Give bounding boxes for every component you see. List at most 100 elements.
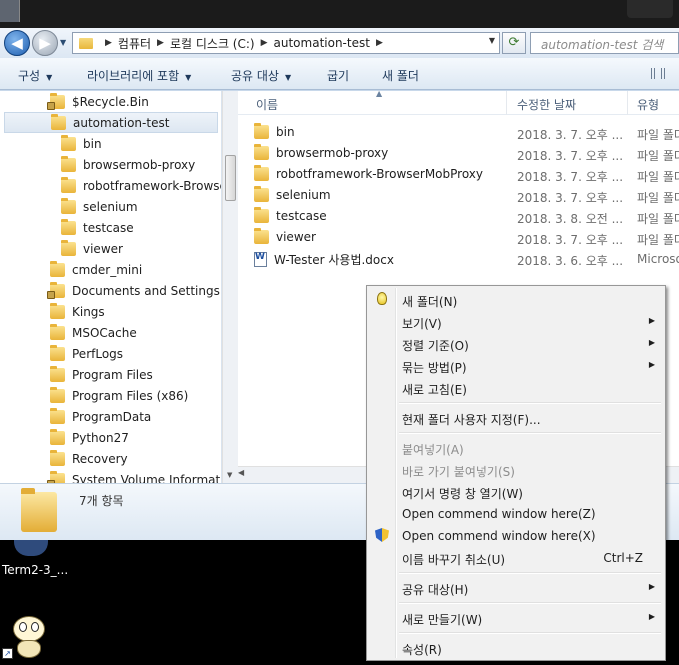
file-row[interactable]: viewer 2018. 3. 7. 오후 ... 파일 폴더 [238,227,679,248]
menu-separator [399,572,661,574]
desktop-app-icon[interactable] [14,540,48,556]
tree-item[interactable]: cmder_mini [50,259,142,280]
menu-undo-rename[interactable]: 이름 바꾸기 취소(U) Ctrl+Z [369,547,663,568]
nav-scrollbar[interactable]: ▼ [222,91,238,483]
chevron-right-icon[interactable]: ▶ [105,38,112,48]
share-with-label: 공유 대상 [231,69,279,83]
file-row[interactable]: testcase 2018. 3. 8. 오전 ... 파일 폴더 [238,206,679,227]
tree-item-label: ProgramData [72,409,152,424]
folder-icon [61,155,76,172]
chevron-right-icon[interactable]: ▶ [376,38,383,48]
file-row[interactable]: browsermob-proxy 2018. 3. 7. 오후 ... 파일 폴더 [238,143,679,164]
tree-item[interactable]: ProgramData [50,406,151,427]
tree-item-label: cmder_mini [72,262,143,277]
file-row[interactable]: robotframework-BrowserMobProxy 2018. 3. 7… [238,164,679,185]
breadcrumb-computer[interactable]: 컴퓨터 [118,35,151,52]
chevron-down-icon[interactable]: ▼ [489,36,495,45]
menu-customize-folder[interactable]: 현재 폴더 사용자 지정(F)... [369,407,663,428]
context-menu: 새 폴더(N) 보기(V) ▶ 정렬 기준(O) ▶ 묶는 방법(P) ▶ 새로… [366,285,666,661]
refresh-button[interactable]: ⟳ [502,32,526,54]
file-row[interactable]: selenium 2018. 3. 7. 오후 ... 파일 폴더 [238,185,679,206]
tree-item[interactable]: browsermob-proxy [61,154,195,175]
menu-view[interactable]: 보기(V) ▶ [369,311,663,332]
tree-item[interactable]: Python27 [50,427,129,448]
organize-label: 구성 [18,69,41,83]
tree-item-label: selenium [83,199,138,214]
breadcrumb-local-disk[interactable]: 로컬 디스크 (C:) [170,35,255,52]
forward-button[interactable]: ▶ [32,30,58,56]
caret-down-icon: ▼ [284,73,292,82]
recent-pages-icon[interactable]: ▼ [60,38,70,48]
menu-share-with[interactable]: 공유 대상(H) ▶ [369,577,663,598]
column-name[interactable]: 이름 [256,96,278,113]
lightbulb-icon [377,292,387,305]
submenu-arrow-icon: ▶ [648,582,655,591]
locked-folder-icon [47,470,65,483]
menu-properties[interactable]: 속성(R) [369,637,663,658]
menu-refresh[interactable]: 새로 고침(E) [369,377,663,398]
share-with-button[interactable]: 공유 대상 ▼ [231,67,291,84]
tree-item[interactable]: Documents and Settings [47,280,220,301]
menu-open-cmd-z[interactable]: Open commend window here(Z) [369,503,663,524]
scroll-down-icon[interactable]: ▼ [227,471,232,479]
file-type: 파일 폴더 [637,233,679,247]
menu-label: 새 폴더(N) [402,295,458,309]
tree-item[interactable]: testcase [61,217,134,238]
column-divider[interactable] [627,91,628,115]
title-bar [0,0,679,28]
menu-open-cmd-x[interactable]: Open commend window here(X) [369,525,663,546]
folder-icon [254,123,269,139]
search-input[interactable]: automation-test 검색 [530,32,679,54]
new-folder-button[interactable]: 새 폴더 [382,67,419,84]
window-controls[interactable] [627,0,673,18]
chevron-right-icon[interactable]: ▶ [261,38,268,48]
tree-item[interactable]: MSOCache [50,322,137,343]
tree-item[interactable]: $Recycle.Bin [47,91,149,112]
tree-item[interactable]: PerfLogs [50,343,123,364]
breadcrumb-automation-test[interactable]: automation-test [274,36,370,50]
folder-icon [254,228,269,244]
column-modified[interactable]: 수정한 날짜 [517,96,576,113]
tree-item-label: browsermob-proxy [83,157,196,172]
back-button[interactable]: ◀ [4,30,30,56]
menu-new-folder[interactable]: 새 폴더(N) [369,289,663,310]
locked-folder-icon [47,281,65,299]
navigation-pane[interactable]: $Recycle.Bin automation-test bin browsermob… [0,91,222,483]
column-divider[interactable] [506,91,507,115]
tree-item[interactable]: Kings [50,301,105,322]
tree-item[interactable]: Program Files [50,364,153,385]
view-options-icon[interactable] [651,68,665,79]
menu-separator [399,432,661,434]
word-document-icon [254,252,267,267]
burn-button[interactable]: 굽기 [327,67,349,84]
tree-item[interactable]: Program Files (x86) [50,385,188,406]
menu-label: 붙여넣기(A) [402,443,464,457]
include-library-button[interactable]: 라이브러리에 포함 ▼ [87,67,191,84]
file-row[interactable]: W-Tester 사용법.docx 2018. 3. 6. 오후 ... Micro… [238,248,679,269]
menu-group-by[interactable]: 묶는 방법(P) ▶ [369,355,663,376]
tree-item[interactable]: Recovery [50,448,128,469]
tree-item[interactable]: automation-test [4,112,218,133]
scroll-left-icon[interactable]: ◀ [238,468,244,477]
address-bar[interactable]: ▶ 컴퓨터 ▶ 로컬 디스크 (C:) ▶ automation-test ▶ … [72,32,500,54]
tree-item[interactable]: selenium [61,196,138,217]
chevron-right-icon[interactable]: ▶ [157,38,164,48]
desktop-shortcut-label[interactable]: Term2-3_... [2,563,68,577]
folder-icon [61,218,76,235]
column-type[interactable]: 유형 [637,96,659,113]
file-row[interactable]: bin 2018. 3. 7. 오후 ... 파일 폴더 [238,122,679,143]
file-name-cell: robotframework-BrowserMobProxy [254,165,483,181]
menu-sort-by[interactable]: 정렬 기준(O) ▶ [369,333,663,354]
tree-item[interactable]: viewer [61,238,123,259]
tree-item[interactable]: System Volume Information [47,469,221,483]
mascot-shortcut-icon[interactable] [10,612,48,660]
tree-item[interactable]: bin [61,133,102,154]
menu-open-cmd-here[interactable]: 여기서 명령 창 열기(W) [369,481,663,502]
menu-shortcut: Ctrl+Z [603,551,643,565]
organize-button[interactable]: 구성 ▼ [18,67,52,84]
tree-item[interactable]: robotframework-BrowserMobProxy [61,175,221,196]
menu-new[interactable]: 새로 만들기(W) ▶ [369,607,663,628]
scrollbar-thumb[interactable] [225,155,236,201]
folder-icon [50,428,65,445]
folder-icon [50,386,65,403]
